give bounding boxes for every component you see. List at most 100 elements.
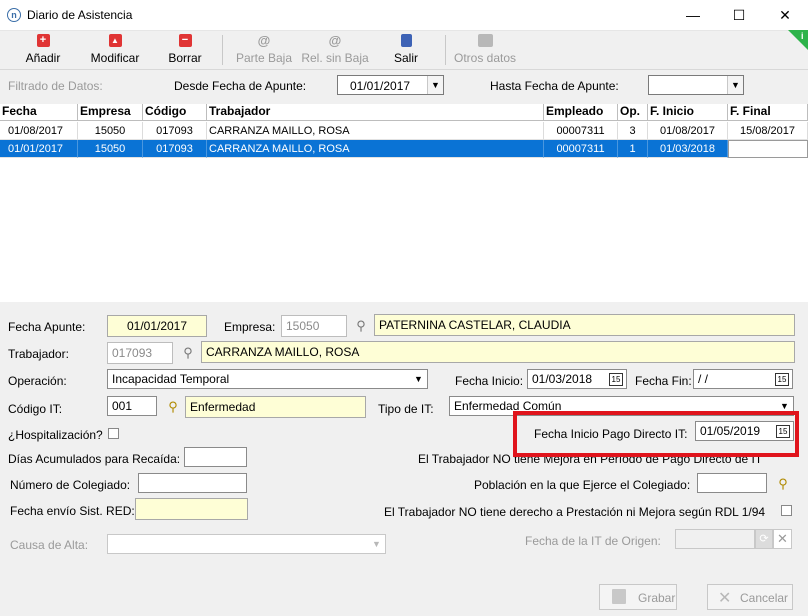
exit-door-icon bbox=[400, 34, 412, 47]
close-button[interactable]: ✕ bbox=[762, 0, 808, 30]
empresa-name-field[interactable]: PATERNINA CASTELAR, CLAUDIA bbox=[374, 314, 795, 336]
delete-button[interactable]: − Borrar bbox=[160, 33, 210, 67]
info-corner-icon[interactable] bbox=[788, 30, 808, 50]
colegiado-label: Número de Colegiado: bbox=[10, 478, 131, 492]
cell-f-inicio[interactable]: 01/08/2017 bbox=[648, 122, 728, 140]
parte-baja-label: Parte Baja bbox=[235, 51, 293, 65]
floppy-disk-icon bbox=[612, 589, 626, 604]
at-icon: @ bbox=[257, 33, 271, 48]
save-button[interactable]: Grabar bbox=[599, 584, 677, 610]
poblacion-field[interactable] bbox=[697, 473, 767, 493]
dias-acumulados-field[interactable] bbox=[184, 447, 247, 467]
search-binoculars-icon[interactable]: ⚲ bbox=[165, 399, 181, 415]
refresh-icon[interactable]: ⟳ bbox=[755, 529, 773, 549]
chevron-down-icon[interactable]: ▼ bbox=[727, 76, 743, 94]
envio-red-field[interactable] bbox=[135, 498, 248, 520]
rel-sin-baja-label: Rel. sin Baja bbox=[301, 51, 369, 65]
cell-f-inicio[interactable]: 01/03/2018 bbox=[648, 140, 728, 158]
column-header-empresa[interactable]: Empresa bbox=[78, 104, 143, 121]
search-binoculars-icon[interactable]: ⚲ bbox=[775, 476, 791, 492]
fecha-fin-label: Fecha Fin: bbox=[635, 374, 692, 388]
fecha-origen-field[interactable] bbox=[675, 529, 755, 549]
cell-trabajador[interactable]: CARRANZA MAILLO, ROSA bbox=[207, 140, 544, 158]
cancel-x-icon: ✕ bbox=[718, 590, 732, 607]
fecha-origen-label: Fecha de la IT de Origen: bbox=[525, 534, 661, 548]
clear-x-icon[interactable]: ✕ bbox=[773, 529, 792, 549]
cell-op[interactable]: 1 bbox=[618, 140, 648, 158]
fecha-inicio-field[interactable]: 01/03/2018 15 bbox=[527, 369, 627, 389]
add-button[interactable]: + Añadir bbox=[14, 33, 72, 67]
add-label: Añadir bbox=[25, 51, 61, 65]
causa-alta-select[interactable]: ▼ bbox=[107, 534, 386, 554]
fecha-apunte-field[interactable]: 01/01/2017 bbox=[107, 315, 207, 337]
fecha-fin-field[interactable]: / / 15 bbox=[693, 369, 793, 389]
otros-datos-label: Otros datos bbox=[453, 51, 517, 65]
codigo-it-field[interactable]: 001 bbox=[107, 396, 157, 416]
cell-f-final-editor[interactable] bbox=[728, 140, 808, 158]
cell-empresa[interactable]: 15050 bbox=[78, 122, 143, 140]
cell-empresa[interactable]: 15050 bbox=[78, 140, 143, 158]
chevron-down-icon[interactable]: ▼ bbox=[369, 536, 384, 552]
empresa-code-field[interactable]: 15050 bbox=[281, 315, 347, 337]
dias-acumulados-label: Días Acumulados para Recaída: bbox=[8, 452, 181, 466]
operacion-value: Incapacidad Temporal bbox=[112, 372, 230, 386]
modify-button[interactable]: ▲ Modificar bbox=[84, 33, 146, 67]
edit-icon: ▲ bbox=[108, 34, 122, 47]
cell-codigo[interactable]: 017093 bbox=[143, 140, 207, 158]
calendar-icon[interactable]: 15 bbox=[609, 373, 623, 386]
fecha-inicio-value: 01/03/2018 bbox=[532, 372, 593, 386]
calendar-icon[interactable]: 15 bbox=[775, 373, 789, 386]
desde-date-value: 01/01/2017 bbox=[350, 79, 411, 93]
trabajador-name-field[interactable]: CARRANZA MAILLO, ROSA bbox=[201, 341, 795, 363]
parte-baja-button[interactable]: @ Parte Baja bbox=[232, 33, 296, 67]
cell-codigo[interactable]: 017093 bbox=[143, 122, 207, 140]
codigo-it-label: Código IT: bbox=[8, 402, 63, 416]
cell-fecha[interactable]: 01/01/2017 bbox=[0, 140, 78, 158]
otros-datos-button[interactable]: Otros datos bbox=[450, 33, 520, 67]
maximize-button[interactable]: ☐ bbox=[716, 0, 762, 30]
fecha-inicio-label: Fecha Inicio: bbox=[455, 374, 524, 388]
desde-date-select[interactable]: 01/01/2017 ▼ bbox=[337, 75, 444, 95]
trabajador-code-field[interactable]: 017093 bbox=[107, 342, 173, 364]
cell-f-final[interactable]: 15/08/2017 bbox=[728, 122, 808, 140]
toolbar-separator bbox=[445, 35, 446, 65]
cell-trabajador[interactable]: CARRANZA MAILLO, ROSA bbox=[207, 122, 544, 140]
cancel-button[interactable]: ✕ Cancelar bbox=[707, 584, 793, 610]
envio-red-label: Fecha envío Sist. RED: bbox=[10, 504, 135, 518]
codigo-it-description: Enfermedad bbox=[185, 396, 366, 418]
highlight-annotation-box bbox=[513, 411, 799, 457]
hospitalizacion-label: ¿Hospitalización? bbox=[8, 428, 103, 442]
column-header-f-final[interactable]: F. Final bbox=[728, 104, 808, 121]
operacion-select[interactable]: Incapacidad Temporal ▼ bbox=[107, 369, 428, 389]
filter-label: Filtrado de Datos: bbox=[8, 79, 103, 93]
save-label: Grabar bbox=[638, 591, 676, 605]
column-header-f-inicio[interactable]: F. Inicio bbox=[648, 104, 728, 121]
cell-op[interactable]: 3 bbox=[618, 122, 648, 140]
hospitalizacion-checkbox[interactable] bbox=[108, 428, 119, 439]
no-derecho-checkbox[interactable] bbox=[781, 505, 792, 516]
search-binoculars-icon[interactable]: ⚲ bbox=[180, 345, 196, 361]
minimize-button[interactable]: — bbox=[670, 0, 716, 30]
hasta-date-select[interactable]: ▼ bbox=[648, 75, 744, 95]
column-header-empleado[interactable]: Empleado bbox=[544, 104, 618, 121]
chevron-down-icon[interactable]: ▼ bbox=[427, 76, 443, 94]
cell-empleado[interactable]: 00007311 bbox=[544, 122, 618, 140]
plus-icon: + bbox=[36, 34, 50, 47]
info-glyph: i bbox=[801, 31, 804, 41]
hasta-label: Hasta Fecha de Apunte: bbox=[490, 79, 619, 93]
window-title: Diario de Asistencia bbox=[27, 8, 133, 22]
trabajador-label: Trabajador: bbox=[8, 347, 69, 361]
column-header-op[interactable]: Op. bbox=[618, 104, 648, 121]
column-header-trabajador[interactable]: Trabajador bbox=[207, 104, 544, 121]
cell-fecha[interactable]: 01/08/2017 bbox=[0, 122, 78, 140]
cell-empleado[interactable]: 00007311 bbox=[544, 140, 618, 158]
rel-sin-baja-button[interactable]: @ Rel. sin Baja bbox=[300, 33, 370, 67]
colegiado-field[interactable] bbox=[138, 473, 247, 493]
column-header-codigo[interactable]: Código bbox=[143, 104, 207, 121]
chevron-down-icon[interactable]: ▼ bbox=[411, 371, 426, 387]
column-header-fecha[interactable]: Fecha bbox=[0, 104, 78, 121]
exit-button[interactable]: Salir bbox=[388, 33, 424, 67]
search-binoculars-icon[interactable]: ⚲ bbox=[353, 318, 369, 334]
data-stack-icon bbox=[477, 34, 493, 47]
exit-label: Salir bbox=[393, 51, 418, 65]
